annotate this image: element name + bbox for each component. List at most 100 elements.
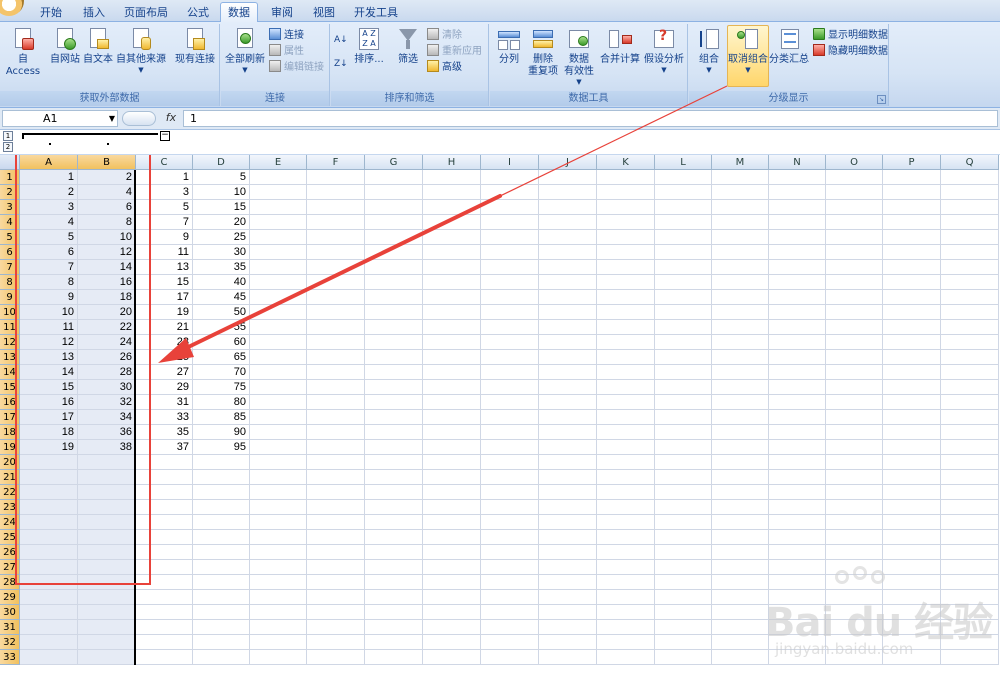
- cell-m11[interactable]: [712, 320, 769, 335]
- cell-n10[interactable]: [769, 305, 826, 320]
- cell-i27[interactable]: [481, 560, 539, 575]
- cell-g33[interactable]: [365, 650, 423, 665]
- cell-b10[interactable]: 20: [78, 305, 136, 320]
- cell-f15[interactable]: [307, 380, 365, 395]
- cell-h33[interactable]: [423, 650, 481, 665]
- cell-j7[interactable]: [539, 260, 597, 275]
- cell-p24[interactable]: [883, 515, 941, 530]
- column-header-d[interactable]: D: [193, 155, 250, 170]
- cell-m5[interactable]: [712, 230, 769, 245]
- cell-h27[interactable]: [423, 560, 481, 575]
- cell-a32[interactable]: [20, 635, 78, 650]
- cell-e5[interactable]: [250, 230, 307, 245]
- cell-k33[interactable]: [597, 650, 655, 665]
- cell-i17[interactable]: [481, 410, 539, 425]
- row-header[interactable]: 24: [0, 515, 20, 530]
- cell-m33[interactable]: [712, 650, 769, 665]
- cell-n4[interactable]: [769, 215, 826, 230]
- cell-j24[interactable]: [539, 515, 597, 530]
- cell-n25[interactable]: [769, 530, 826, 545]
- cell-g27[interactable]: [365, 560, 423, 575]
- remove-duplicates-button[interactable]: 删除 重复项: [526, 26, 560, 78]
- cell-e2[interactable]: [250, 185, 307, 200]
- cell-f10[interactable]: [307, 305, 365, 320]
- cell-q19[interactable]: [941, 440, 999, 455]
- cell-b1[interactable]: 2: [78, 170, 136, 185]
- cell-i32[interactable]: [481, 635, 539, 650]
- row-header[interactable]: 17: [0, 410, 20, 425]
- cell-g14[interactable]: [365, 365, 423, 380]
- cell-m9[interactable]: [712, 290, 769, 305]
- cell-b3[interactable]: 6: [78, 200, 136, 215]
- cell-e12[interactable]: [250, 335, 307, 350]
- cell-a4[interactable]: 4: [20, 215, 78, 230]
- cell-e14[interactable]: [250, 365, 307, 380]
- cell-p10[interactable]: [883, 305, 941, 320]
- cell-o15[interactable]: [826, 380, 883, 395]
- cell-m16[interactable]: [712, 395, 769, 410]
- cell-k22[interactable]: [597, 485, 655, 500]
- cell-n9[interactable]: [769, 290, 826, 305]
- row-header[interactable]: 33: [0, 650, 20, 665]
- cell-i4[interactable]: [481, 215, 539, 230]
- cell-e3[interactable]: [250, 200, 307, 215]
- cell-k1[interactable]: [597, 170, 655, 185]
- row-header[interactable]: 2: [0, 185, 20, 200]
- cell-d23[interactable]: [193, 500, 250, 515]
- cell-c11[interactable]: 21: [136, 320, 193, 335]
- cell-i24[interactable]: [481, 515, 539, 530]
- cell-n17[interactable]: [769, 410, 826, 425]
- cell-m10[interactable]: [712, 305, 769, 320]
- cell-q29[interactable]: [941, 590, 999, 605]
- tab-data[interactable]: 数据: [220, 2, 258, 23]
- cell-f14[interactable]: [307, 365, 365, 380]
- from-access-button[interactable]: 自 Access: [0, 26, 46, 78]
- cell-i15[interactable]: [481, 380, 539, 395]
- column-header-q[interactable]: Q: [941, 155, 999, 170]
- cell-g6[interactable]: [365, 245, 423, 260]
- cell-a9[interactable]: 9: [20, 290, 78, 305]
- cell-k27[interactable]: [597, 560, 655, 575]
- outline-level-2-button[interactable]: 2: [3, 142, 13, 152]
- cell-h14[interactable]: [423, 365, 481, 380]
- cell-h7[interactable]: [423, 260, 481, 275]
- cell-b12[interactable]: 24: [78, 335, 136, 350]
- cell-h29[interactable]: [423, 590, 481, 605]
- select-all-corner[interactable]: [0, 155, 20, 170]
- cell-l25[interactable]: [655, 530, 712, 545]
- cell-f3[interactable]: [307, 200, 365, 215]
- cell-f25[interactable]: [307, 530, 365, 545]
- cell-q27[interactable]: [941, 560, 999, 575]
- cell-d1[interactable]: 5: [193, 170, 250, 185]
- cell-o1[interactable]: [826, 170, 883, 185]
- cell-a16[interactable]: 16: [20, 395, 78, 410]
- cell-a7[interactable]: 7: [20, 260, 78, 275]
- cell-j25[interactable]: [539, 530, 597, 545]
- cell-m14[interactable]: [712, 365, 769, 380]
- cell-j31[interactable]: [539, 620, 597, 635]
- cell-o27[interactable]: [826, 560, 883, 575]
- cell-h16[interactable]: [423, 395, 481, 410]
- cell-k7[interactable]: [597, 260, 655, 275]
- cell-m30[interactable]: [712, 605, 769, 620]
- cell-d19[interactable]: 95: [193, 440, 250, 455]
- cell-p8[interactable]: [883, 275, 941, 290]
- cell-f6[interactable]: [307, 245, 365, 260]
- cell-a28[interactable]: [20, 575, 78, 590]
- cell-a11[interactable]: 11: [20, 320, 78, 335]
- cell-o6[interactable]: [826, 245, 883, 260]
- cell-h28[interactable]: [423, 575, 481, 590]
- existing-connections-button[interactable]: 现有连接: [172, 26, 218, 66]
- cell-h21[interactable]: [423, 470, 481, 485]
- cell-i9[interactable]: [481, 290, 539, 305]
- row-header[interactable]: 30: [0, 605, 20, 620]
- cell-j13[interactable]: [539, 350, 597, 365]
- cell-l31[interactable]: [655, 620, 712, 635]
- edit-links-button[interactable]: 编辑链接: [269, 60, 324, 76]
- cell-l30[interactable]: [655, 605, 712, 620]
- cell-j3[interactable]: [539, 200, 597, 215]
- row-header[interactable]: 7: [0, 260, 20, 275]
- cell-a31[interactable]: [20, 620, 78, 635]
- column-header-b[interactable]: B: [78, 155, 136, 170]
- cell-e8[interactable]: [250, 275, 307, 290]
